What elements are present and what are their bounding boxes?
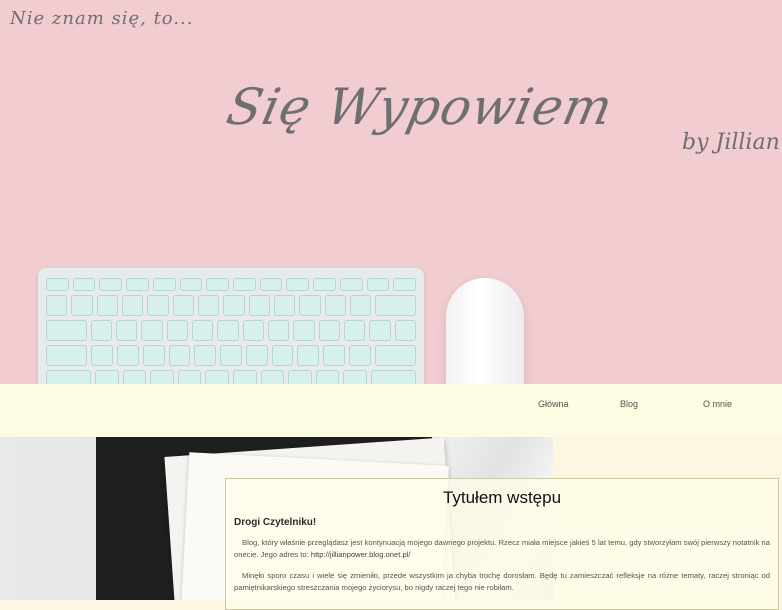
- post-paragraph-1: Blog, który właśnie przeglądasz jest kon…: [234, 537, 770, 561]
- site-title[interactable]: Się Wypowiem: [222, 78, 619, 136]
- site-byline: by Jillian: [682, 130, 780, 155]
- nav-link-about[interactable]: O mnie: [703, 399, 732, 409]
- nav-link-home[interactable]: Główna: [538, 399, 569, 409]
- site-tagline: Nie znam się, to...: [10, 8, 194, 29]
- mouse-image: [446, 278, 524, 384]
- post-greeting: Drogi Czytelniku!: [234, 517, 317, 528]
- post-paragraph-2: Minęło sporo czasu i wiele się zmieniło,…: [234, 571, 770, 592]
- nav-link-blog[interactable]: Blog: [620, 399, 638, 409]
- onet-blog-link[interactable]: http://jillianpower.blog.onet.pl/: [311, 550, 411, 559]
- keyboard-image: [38, 268, 424, 384]
- post-card: Tytułem wstępu Drogi Czytelniku! Blog, k…: [225, 478, 779, 610]
- hero-banner: Nie znam się, to... Się Wypowiem by Jill…: [0, 0, 782, 384]
- post-title[interactable]: Tytułem wstępu: [226, 488, 778, 508]
- main-navigation: Główna Blog O mnie: [0, 384, 782, 437]
